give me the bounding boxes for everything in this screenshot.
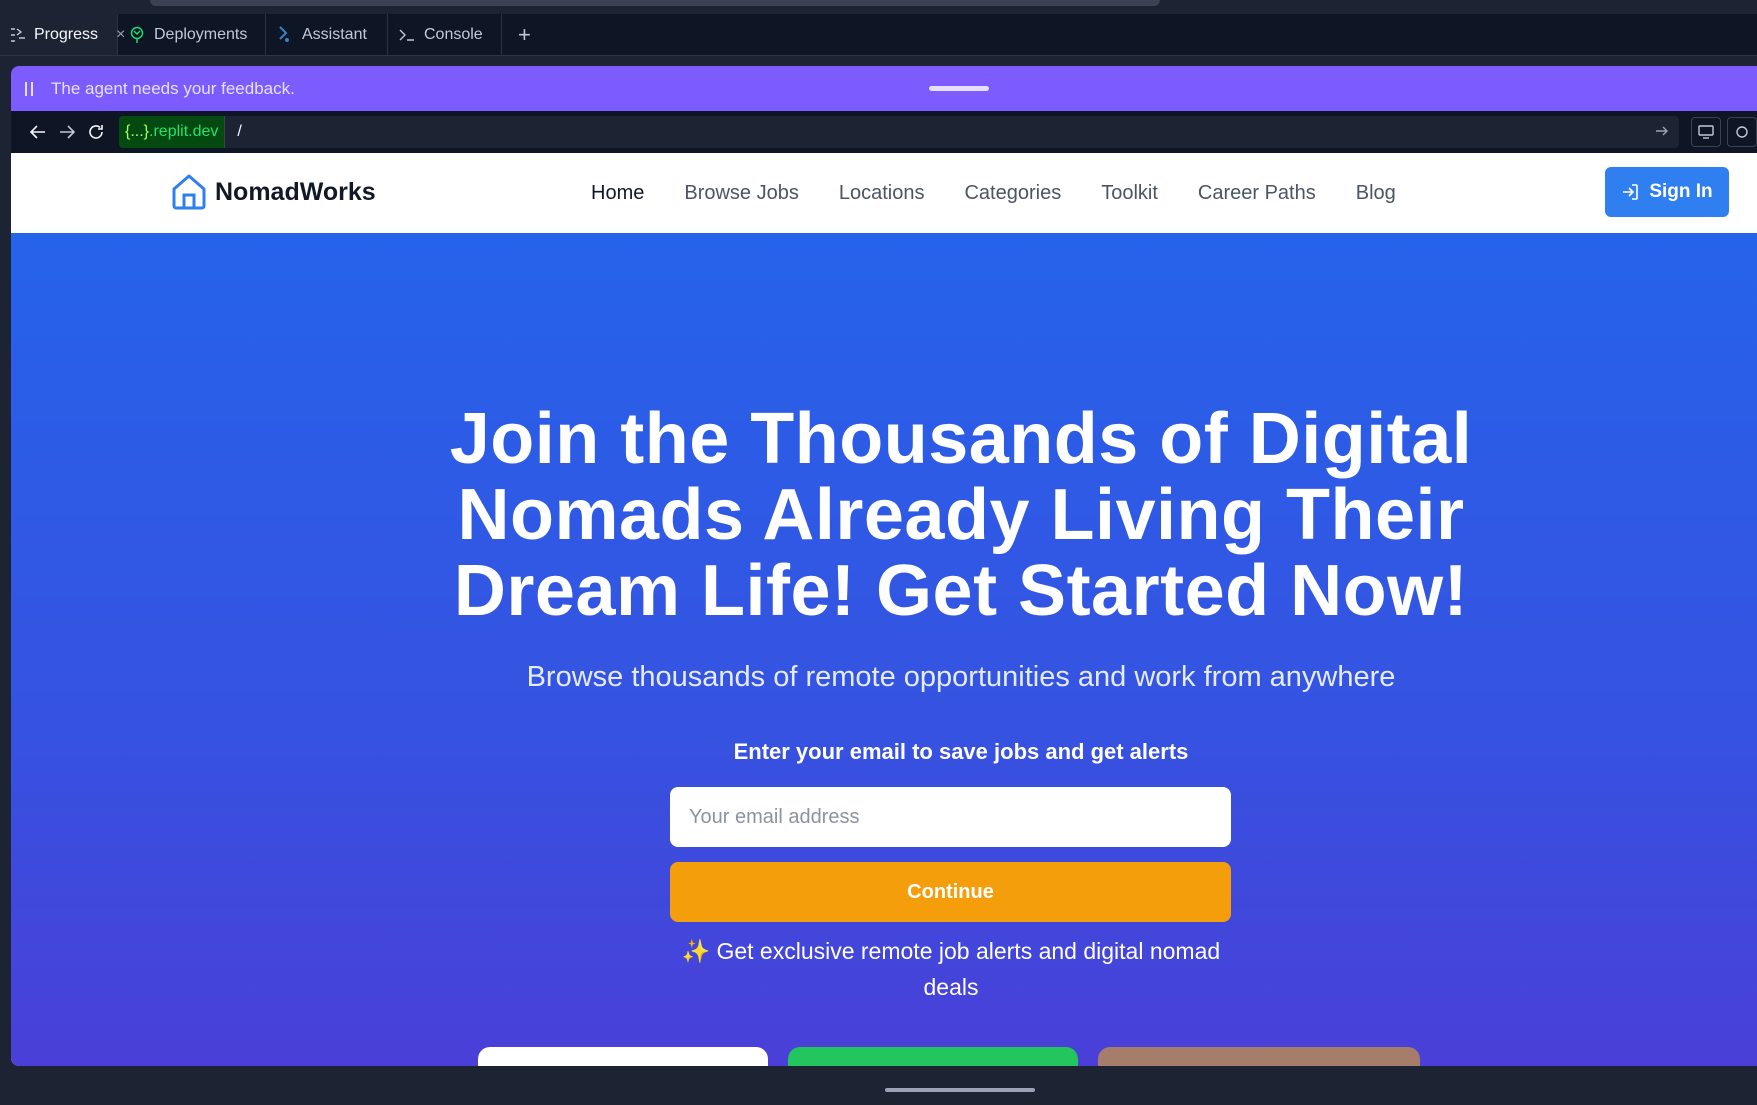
pause-icon [25, 81, 37, 96]
main-nav: Home Browse Jobs Locations Categories To… [591, 153, 1396, 233]
progress-icon [10, 26, 26, 44]
feedback-text: The agent needs your feedback. [51, 78, 295, 98]
email-label: Enter your email to save jobs and get al… [733, 739, 1189, 764]
arrow-left-icon [29, 125, 45, 139]
reload-button[interactable] [82, 116, 111, 148]
back-button[interactable] [23, 116, 52, 148]
nav-item-home[interactable]: Home [591, 182, 644, 205]
tab-label: Assistant [302, 25, 367, 43]
deployments-icon [128, 26, 146, 44]
feature-card[interactable] [1098, 1047, 1420, 1066]
feedback-banner[interactable]: The agent needs your feedback. [11, 66, 1757, 111]
tab-label: Console [424, 25, 483, 43]
home-icon [172, 174, 206, 210]
nav-item-toolkit[interactable]: Toolkit [1101, 182, 1158, 205]
tab-label: Deployments [154, 25, 248, 43]
url-path: / [237, 123, 242, 140]
window-drag-handle[interactable] [150, 0, 1160, 6]
inspect-button[interactable] [1726, 117, 1757, 147]
hero-subtitle: Browse thousands of remote opportunities… [526, 661, 1396, 693]
tab-progress[interactable]: Progress × [0, 14, 125, 55]
sparkles-icon: ✨ [681, 938, 711, 964]
brand-logo[interactable]: NomadWorks [171, 173, 376, 211]
sign-in-icon [1623, 184, 1639, 200]
sign-in-button[interactable]: Sign In [1605, 167, 1729, 217]
tab-console[interactable]: Console [388, 14, 502, 55]
device-preview-button[interactable] [1690, 117, 1721, 147]
hero-section: Join the Thousands of Digital Nomads Alr… [11, 233, 1757, 1066]
forward-button[interactable] [52, 116, 81, 148]
workspace-tab-bar: Progress × Deployments Assistant Console… [0, 14, 1757, 56]
site-header: NomadWorks Home Browse Jobs Locations Ca… [11, 153, 1757, 233]
url-input[interactable]: {...} .replit.dev / [118, 116, 1679, 148]
assistant-icon [276, 25, 294, 44]
window-top-edge [0, 0, 1757, 14]
url-tools [1690, 117, 1757, 147]
continue-button[interactable]: Continue [670, 862, 1231, 922]
hero-title: Join the Thousands of Digital Nomads Alr… [449, 399, 1473, 631]
inspect-icon [1736, 126, 1748, 138]
feature-card[interactable] [788, 1047, 1078, 1066]
email-input[interactable] [670, 787, 1231, 847]
bottom-bar [0, 1075, 1757, 1105]
brand-name: NomadWorks [215, 177, 376, 206]
url-domain: {...} .replit.dev [118, 116, 226, 148]
console-icon [398, 26, 416, 44]
nav-item-browse-jobs[interactable]: Browse Jobs [684, 182, 799, 205]
sign-in-label: Sign In [1649, 181, 1713, 202]
tab-assistant[interactable]: Assistant [266, 14, 388, 55]
webview-pane: The agent needs your feedback. {...} .rep… [11, 66, 1757, 1066]
nav-item-career-paths[interactable]: Career Paths [1198, 182, 1316, 205]
resize-handle[interactable] [929, 86, 989, 91]
home-indicator [885, 1088, 1035, 1092]
tab-label: Progress [34, 25, 99, 43]
tab-deployments[interactable]: Deployments [118, 14, 266, 55]
nav-item-locations[interactable]: Locations [839, 182, 925, 205]
monitor-icon [1698, 125, 1714, 139]
reload-icon [89, 125, 104, 139]
open-new-tab-icon[interactable] [1655, 124, 1669, 142]
feature-card[interactable] [478, 1047, 768, 1066]
arrow-right-icon [59, 125, 75, 139]
nav-item-categories[interactable]: Categories [964, 182, 1061, 205]
add-tab-button[interactable]: + [502, 14, 547, 55]
website-viewport: NomadWorks Home Browse Jobs Locations Ca… [11, 153, 1757, 1066]
nav-item-blog[interactable]: Blog [1356, 182, 1396, 205]
perk-text: ✨ Get exclusive remote job alerts and dig… [681, 938, 1221, 1000]
browser-url-bar: {...} .replit.dev / [11, 111, 1757, 153]
